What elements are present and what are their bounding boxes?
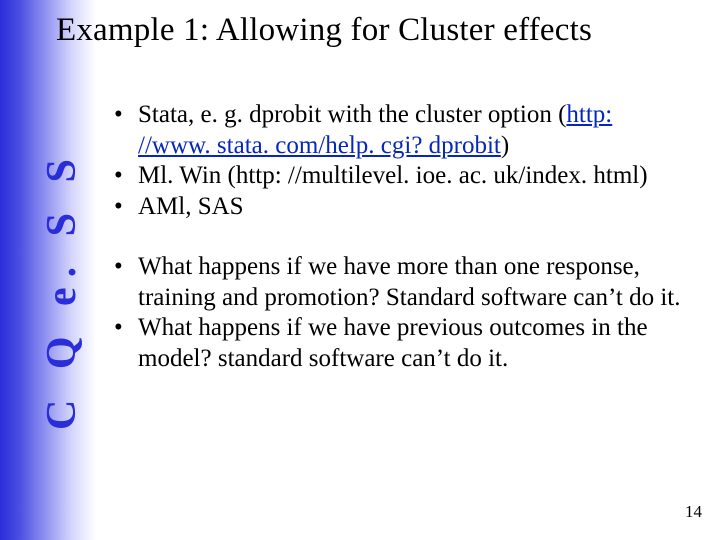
slide-body: Stata, e. g. dprobit with the cluster op… xyxy=(110,100,690,374)
bullet-item: What happens if we have more than one re… xyxy=(110,252,690,313)
sidebar-logo-text: C Q e. S S xyxy=(38,149,86,430)
bullet-list-b: What happens if we have more than one re… xyxy=(110,252,690,374)
slide: C Q e. S S Example 1: Allowing for Clust… xyxy=(0,0,720,540)
bullet-item: Stata, e. g. dprobit with the cluster op… xyxy=(110,100,690,161)
bullet-text: Stata, e. g. dprobit with the cluster op… xyxy=(138,101,566,128)
slide-title: Example 1: Allowing for Cluster effects xyxy=(56,12,696,49)
bullet-item: What happens if we have previous outcome… xyxy=(110,313,690,374)
bullet-text: What happens if we have more than one re… xyxy=(138,253,680,311)
bullet-text: Ml. Win (http: //multilevel. ioe. ac. uk… xyxy=(138,162,648,189)
bullet-text: What happens if we have previous outcome… xyxy=(138,314,648,372)
bullet-text: ) xyxy=(501,132,509,159)
page-number: 14 xyxy=(685,502,702,522)
spacer xyxy=(110,222,690,252)
bullet-item: AMl, SAS xyxy=(110,192,690,223)
bullet-text: AMl, SAS xyxy=(138,193,244,220)
bullet-list-a: Stata, e. g. dprobit with the cluster op… xyxy=(110,100,690,222)
bullet-item: Ml. Win (http: //multilevel. ioe. ac. uk… xyxy=(110,161,690,192)
